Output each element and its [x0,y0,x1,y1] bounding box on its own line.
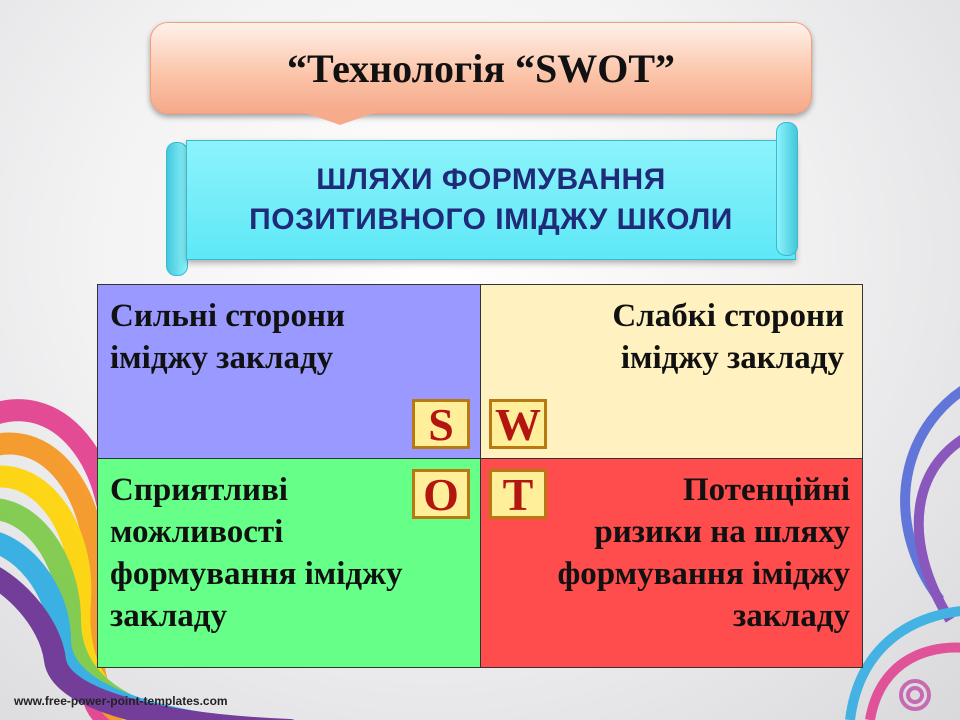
opportunities-text: Сприятливі можливості формування іміджу … [110,472,403,634]
subtitle-line-2: ПОЗИТИВНОГО ІМІДЖУ ШКОЛИ [249,203,733,236]
scroll-roll-right [776,122,798,256]
swot-letter-w: W [489,399,547,449]
swot-letter-s: S [412,399,470,449]
strengths-text: Сильні сторони іміджу закладу [110,298,346,376]
swot-letter-t: T [489,469,547,519]
swot-matrix: Сильні сторони іміджу закладу Слабкі сто… [97,284,863,668]
subtitle-line-1: ШЛЯХИ ФОРМУВАННЯ [316,163,666,196]
swot-letter-o: O [412,469,470,519]
title-banner-pointer [300,111,380,125]
footer-url: www.free-power-point-templates.com [14,694,228,708]
scroll-roll-left [166,142,188,276]
threats-text: Потенційні ризики на шляху формування ім… [557,472,850,634]
title-banner: “Технологія “SWOT” [150,22,812,114]
slide-title: “Технологія “SWOT” [286,45,676,91]
weaknesses-text: Слабкі сторони іміджу закладу [612,298,844,376]
subtitle-scroll-banner: ШЛЯХИ ФОРМУВАННЯ ПОЗИТИВНОГО ІМІДЖУ ШКОЛ… [186,140,796,260]
